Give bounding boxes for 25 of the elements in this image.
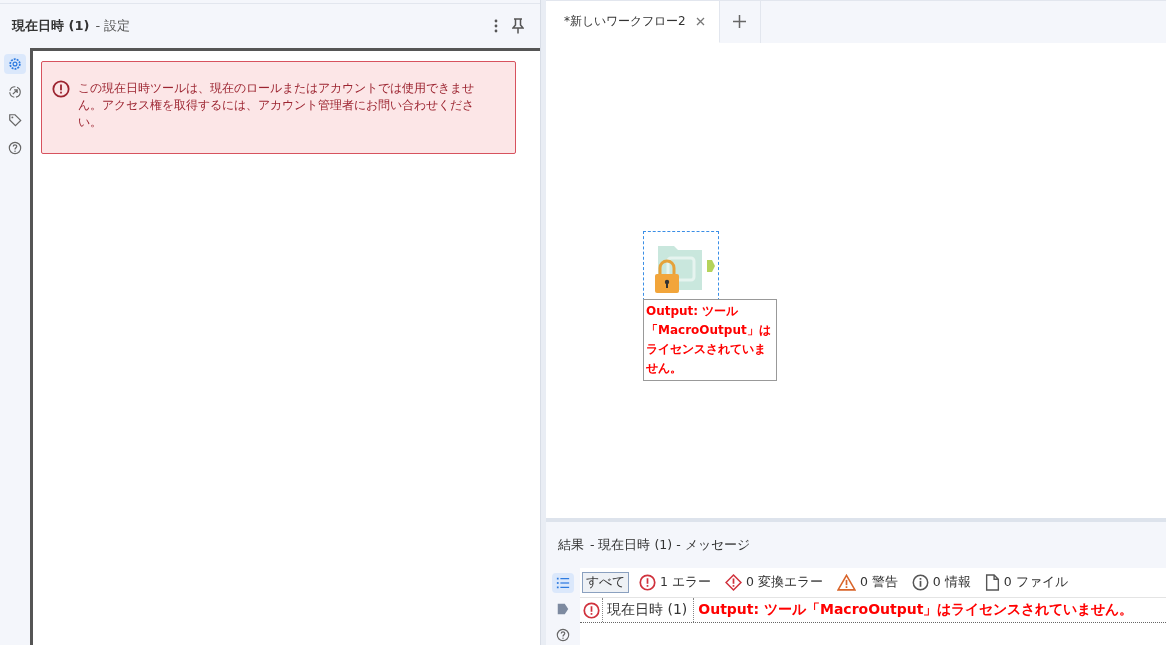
diamond-error-icon bbox=[724, 574, 742, 591]
filter-button[interactable]: 0 ファイル bbox=[980, 572, 1072, 593]
filter-button[interactable]: 0 変換エラー bbox=[720, 572, 827, 593]
error-icon bbox=[582, 601, 600, 619]
panel-subtitle: - 設定 bbox=[95, 17, 131, 35]
close-icon[interactable] bbox=[695, 16, 705, 26]
error-message: この現在日時ツールは、現在のロールまたはアカウントでは使用できません。アクセス権を取得するには、アカウント管理者にお問い合わせください。 bbox=[78, 80, 475, 131]
results-title: 結果 bbox=[558, 536, 584, 554]
message-tool: 現在日時 (1) bbox=[603, 598, 695, 622]
add-tab-icon[interactable] bbox=[733, 15, 747, 29]
tool-node[interactable] bbox=[643, 230, 719, 301]
results-context: - 現在日時 (1) - メッセージ bbox=[590, 536, 750, 554]
file-icon bbox=[984, 574, 1000, 591]
filter-button[interactable]: 0 警告 bbox=[832, 572, 902, 593]
filter-button[interactable]: 1 エラー bbox=[635, 572, 715, 593]
panel-title: 現在日時 (1) bbox=[12, 17, 90, 35]
filter-button[interactable]: すべて bbox=[582, 572, 629, 593]
message-text: Output: ツール「MacroOutput」はライセンスされていません。 bbox=[697, 601, 1134, 619]
info-icon bbox=[911, 574, 929, 591]
error-icon bbox=[52, 80, 70, 98]
error-icon bbox=[639, 574, 656, 591]
warning-icon bbox=[836, 574, 856, 591]
workflow-tab[interactable]: *新しいワークフロー2 bbox=[546, 1, 720, 43]
filter-button[interactable]: 0 情報 bbox=[907, 572, 975, 593]
tool-error-message: Output: ツール「MacroOutput」はライセンスされていません。 bbox=[643, 298, 777, 381]
